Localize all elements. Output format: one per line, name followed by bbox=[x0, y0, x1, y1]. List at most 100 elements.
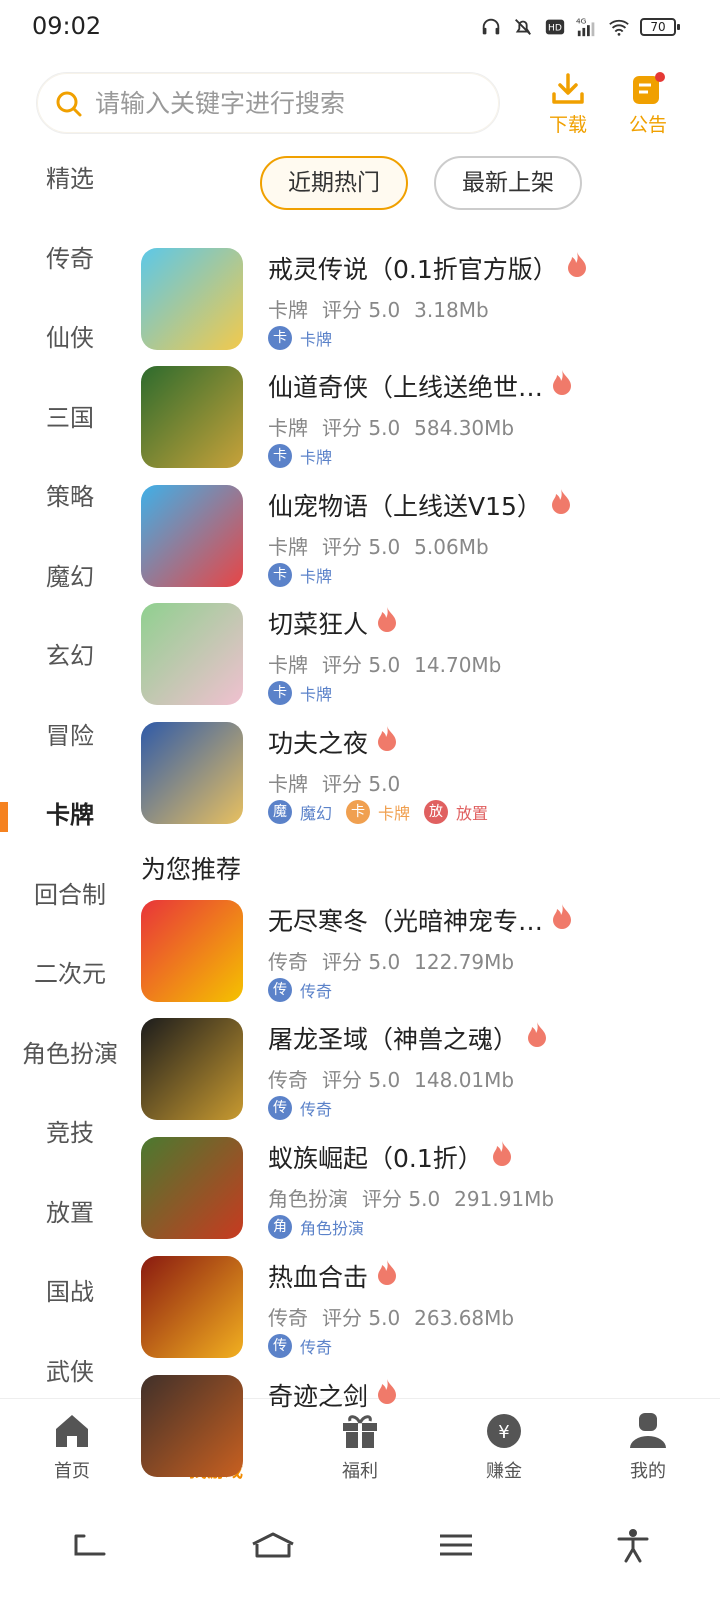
tab-newest[interactable]: 最新上架 bbox=[434, 156, 582, 210]
tag-label: 传奇 bbox=[300, 1338, 333, 1357]
game-genre: 卡牌 bbox=[268, 535, 308, 559]
tag-badge: 角 bbox=[268, 1215, 292, 1239]
game-rating: 评分 5.0 bbox=[322, 1306, 401, 1330]
tag-badge: 传 bbox=[268, 1334, 292, 1358]
game-title: 奇迹之剑 bbox=[268, 1382, 369, 1411]
svg-text:4G: 4G bbox=[576, 16, 587, 25]
game-row[interactable]: 蚁族崛起（0.1折） 角色扮演 评分 5.0 291.91Mb 角角色扮演 bbox=[141, 1137, 701, 1241]
game-title: 蚁族崛起（0.1折） bbox=[268, 1144, 483, 1173]
notice-button[interactable]: 公告 bbox=[618, 72, 678, 138]
recommend-title: 为您推荐 bbox=[141, 855, 242, 884]
game-icon[interactable] bbox=[141, 366, 243, 468]
hot-fire-icon bbox=[568, 252, 586, 277]
sidebar-item[interactable]: 策略 bbox=[0, 458, 140, 538]
genre-tag[interactable]: 放放置 bbox=[424, 800, 488, 824]
game-icon[interactable] bbox=[141, 1375, 243, 1477]
game-tags: 传传奇 bbox=[268, 1096, 332, 1120]
genre-tag[interactable]: 传传奇 bbox=[268, 978, 332, 1002]
game-meta: 卡牌 评分 5.0 14.70Mb bbox=[268, 649, 515, 678]
nav-home[interactable]: 首页 bbox=[0, 1399, 144, 1490]
sidebar-item[interactable]: 回合制 bbox=[0, 856, 140, 936]
sidebar-item[interactable]: 三国 bbox=[0, 379, 140, 459]
game-rating: 评分 5.0 bbox=[322, 416, 401, 440]
genre-tag[interactable]: 卡卡牌 bbox=[346, 800, 410, 824]
game-icon[interactable] bbox=[141, 900, 243, 1002]
tab-recent-hot[interactable]: 近期热门 bbox=[260, 156, 408, 210]
back-icon[interactable] bbox=[70, 1530, 110, 1560]
hot-fire-icon bbox=[378, 726, 396, 751]
game-row[interactable]: 仙宠物语（上线送V15） 卡牌 评分 5.0 5.06Mb 卡卡牌 bbox=[141, 485, 701, 589]
game-meta: 传奇 评分 5.0 122.79Mb bbox=[268, 946, 528, 975]
genre-tag[interactable]: 传传奇 bbox=[268, 1334, 332, 1358]
game-row[interactable]: 功夫之夜 卡牌 评分 5.0 魔魔幻卡卡牌放放置 bbox=[141, 722, 701, 826]
genre-tag[interactable]: 卡卡牌 bbox=[268, 326, 332, 350]
game-rating: 评分 5.0 bbox=[322, 653, 401, 677]
game-meta: 传奇 评分 5.0 148.01Mb bbox=[268, 1064, 528, 1093]
game-tags: 魔魔幻卡卡牌放放置 bbox=[268, 800, 488, 824]
game-icon[interactable] bbox=[141, 1256, 243, 1358]
game-row[interactable]: 戒灵传说（0.1折官方版） 卡牌 评分 5.0 3.18Mb 卡卡牌 bbox=[141, 248, 701, 352]
menu-icon[interactable] bbox=[436, 1530, 476, 1560]
game-icon[interactable] bbox=[141, 248, 243, 350]
tag-label: 卡牌 bbox=[300, 448, 333, 467]
genre-tag[interactable]: 角角色扮演 bbox=[268, 1215, 364, 1239]
genre-tag[interactable]: 卡卡牌 bbox=[268, 563, 332, 587]
tag-label: 卡牌 bbox=[300, 567, 333, 586]
sidebar-item[interactable]: 传奇 bbox=[0, 220, 140, 300]
sidebar-item[interactable]: 角色扮演 bbox=[0, 1015, 140, 1095]
download-label: 下载 bbox=[548, 114, 587, 136]
game-row[interactable]: 无尽寒冬（光暗神宠专… 传奇 评分 5.0 122.79Mb 传传奇 bbox=[141, 900, 701, 1004]
search-icon bbox=[56, 91, 82, 117]
sidebar-item[interactable]: 二次元 bbox=[0, 935, 140, 1015]
game-icon[interactable] bbox=[141, 1137, 243, 1239]
game-title: 切菜狂人 bbox=[268, 610, 369, 639]
game-icon[interactable] bbox=[141, 722, 243, 824]
genre-tag[interactable]: 卡卡牌 bbox=[268, 681, 332, 705]
nav-label: 首页 bbox=[54, 1461, 90, 1482]
search-bar[interactable] bbox=[36, 72, 500, 134]
game-icon[interactable] bbox=[141, 603, 243, 705]
sidebar-item-active[interactable]: 卡牌 bbox=[0, 776, 140, 856]
game-row[interactable]: 热血合击 传奇 评分 5.0 263.68Mb 传传奇 bbox=[141, 1256, 701, 1360]
game-size: 263.68Mb bbox=[414, 1306, 515, 1330]
genre-tag[interactable]: 卡卡牌 bbox=[268, 444, 332, 468]
home-button-icon[interactable] bbox=[249, 1530, 297, 1560]
game-genre: 卡牌 bbox=[268, 772, 308, 796]
game-rating: 评分 5.0 bbox=[322, 1068, 401, 1092]
game-title: 仙道奇侠（上线送绝世… bbox=[268, 373, 544, 402]
game-icon[interactable] bbox=[141, 485, 243, 587]
game-icon[interactable] bbox=[141, 1018, 243, 1120]
game-row[interactable]: 切菜狂人卡牌 评分 5.0 14.70Mb 卡卡牌 bbox=[141, 603, 701, 707]
sidebar-item[interactable]: 精选 bbox=[0, 140, 140, 220]
hot-fire-icon bbox=[378, 1379, 396, 1404]
game-title: 仙宠物语（上线送V15） bbox=[268, 492, 542, 521]
game-row[interactable]: 奇迹之剑 bbox=[141, 1375, 701, 1479]
download-icon bbox=[552, 73, 584, 104]
download-button[interactable]: 下载 bbox=[538, 72, 598, 138]
game-genre: 卡牌 bbox=[268, 416, 308, 440]
sidebar-item[interactable]: 玄幻 bbox=[0, 617, 140, 697]
game-row[interactable]: 屠龙圣域（神兽之魂） 传奇 评分 5.0 148.01Mb 传传奇 bbox=[141, 1018, 701, 1122]
sidebar-item[interactable]: 竞技 bbox=[0, 1094, 140, 1174]
headphones-icon bbox=[482, 18, 500, 35]
search-input[interactable] bbox=[95, 83, 485, 123]
game-tags: 卡卡牌 bbox=[268, 444, 332, 468]
sidebar-item[interactable]: 仙侠 bbox=[0, 299, 140, 379]
system-nav-bar bbox=[0, 1490, 720, 1600]
game-size: 122.79Mb bbox=[414, 950, 515, 974]
game-size: 3.18Mb bbox=[414, 298, 489, 322]
tag-badge: 传 bbox=[268, 978, 292, 1002]
tag-badge: 魔 bbox=[268, 800, 292, 824]
sidebar-item[interactable]: 魔幻 bbox=[0, 538, 140, 618]
game-rating: 评分 5.0 bbox=[322, 535, 401, 559]
sidebar-item[interactable]: 冒险 bbox=[0, 697, 140, 777]
sidebar-item[interactable]: 国战 bbox=[0, 1253, 140, 1333]
hot-fire-icon bbox=[378, 1260, 396, 1285]
game-title: 戒灵传说（0.1折官方版） bbox=[268, 255, 558, 284]
genre-tag[interactable]: 传传奇 bbox=[268, 1096, 332, 1120]
accessibility-icon[interactable] bbox=[615, 1527, 651, 1563]
game-row[interactable]: 仙道奇侠（上线送绝世… 卡牌 评分 5.0 584.30Mb 卡卡牌 bbox=[141, 366, 701, 470]
genre-tag[interactable]: 魔魔幻 bbox=[268, 800, 332, 824]
game-meta: 卡牌 评分 5.0 bbox=[268, 768, 414, 797]
sidebar-item[interactable]: 放置 bbox=[0, 1174, 140, 1254]
